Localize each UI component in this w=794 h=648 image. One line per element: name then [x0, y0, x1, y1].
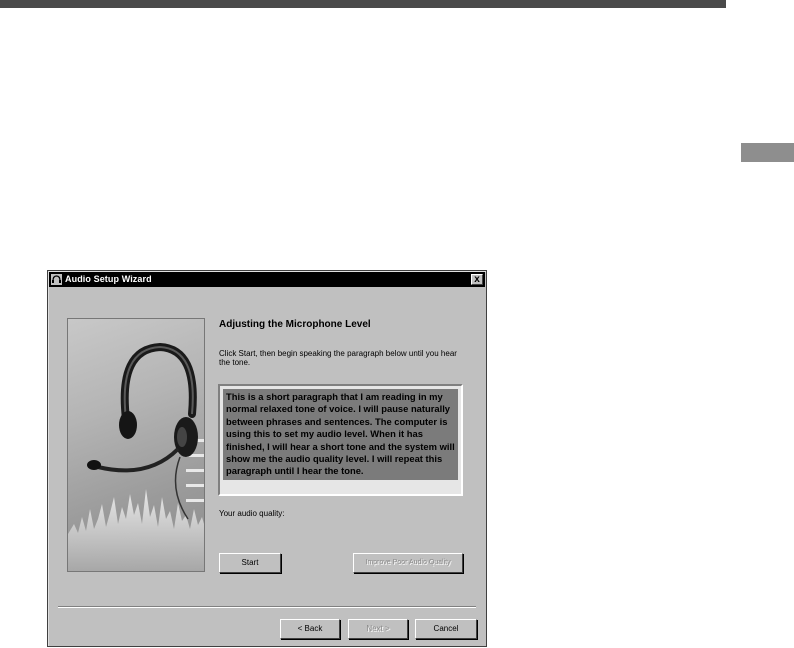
- window-titlebar[interactable]: Audio Setup Wizard x: [49, 272, 485, 287]
- instructions-text: Click Start, then begin speaking the par…: [219, 349, 457, 367]
- reading-paragraph-highlight: This is a short paragraph that I am read…: [223, 389, 458, 480]
- reading-paragraph: This is a short paragraph that I am read…: [226, 391, 455, 477]
- next-button[interactable]: Next >: [348, 619, 408, 639]
- audio-quality-label: Your audio quality:: [219, 509, 285, 518]
- cancel-button[interactable]: Cancel: [415, 619, 477, 639]
- start-button[interactable]: Start: [219, 553, 281, 573]
- improve-audio-quality-button[interactable]: Improve Poor Audio Quality: [353, 553, 463, 573]
- headset-illustration: [67, 318, 205, 572]
- page-top-rule: [0, 0, 726, 8]
- page-side-tab: [741, 143, 794, 162]
- microphone-headset-icon: [51, 274, 62, 285]
- button-separator: [58, 606, 476, 608]
- reading-paragraph-box: This is a short paragraph that I am read…: [218, 384, 463, 496]
- window-title: Audio Setup Wizard: [65, 274, 152, 284]
- audio-setup-wizard-window: Audio Setup Wizard x Adjusting the Micro…: [47, 270, 487, 647]
- page-title: Adjusting the Microphone Level: [219, 319, 371, 330]
- close-icon[interactable]: x: [471, 274, 483, 285]
- back-button[interactable]: < Back: [280, 619, 340, 639]
